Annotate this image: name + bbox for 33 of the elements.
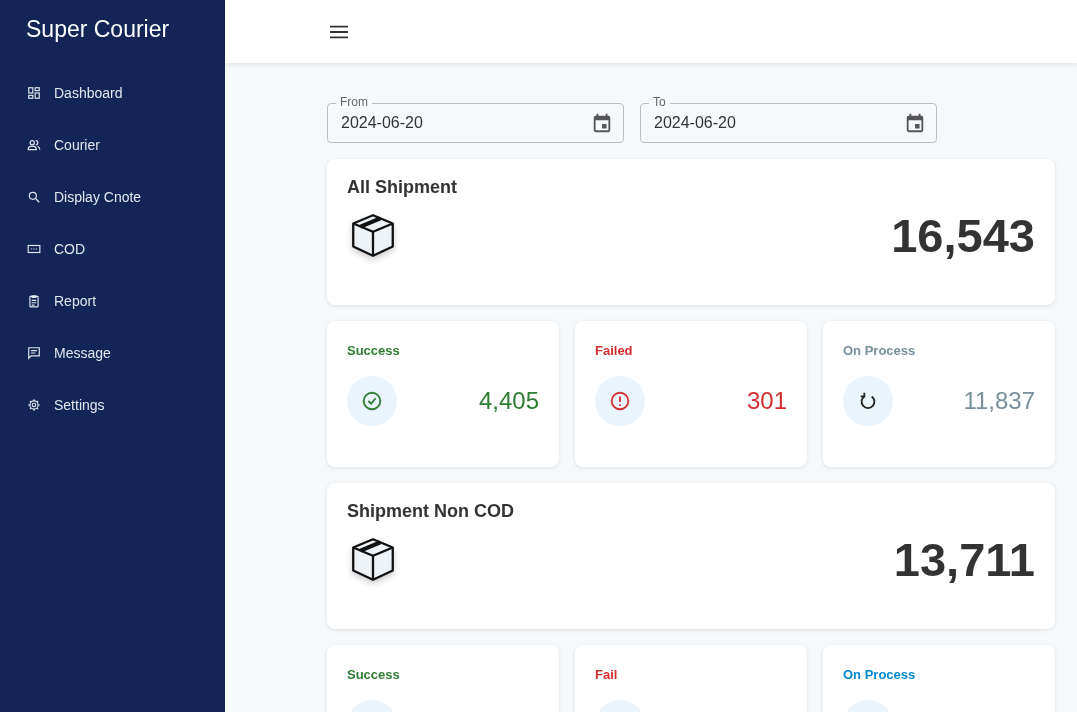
field-label: From xyxy=(336,95,372,109)
card-title: All Shipment xyxy=(347,177,458,198)
people-icon xyxy=(27,138,41,152)
total-count: 13,711 xyxy=(893,532,1035,587)
calendar-icon[interactable] xyxy=(904,112,926,134)
sidebar-item[interactable]: Message xyxy=(0,327,225,379)
total-count: 16,543 xyxy=(891,208,1035,263)
grid-icon xyxy=(27,86,41,100)
settings-icon xyxy=(27,398,41,412)
stat-label: On Process xyxy=(843,667,917,682)
sidebar-item[interactable]: Courier xyxy=(0,119,225,171)
clipboard-icon xyxy=(27,294,41,308)
menu-icon[interactable] xyxy=(330,24,348,39)
cash-icon xyxy=(27,242,41,256)
stat-label: Fail xyxy=(595,667,619,682)
sidebar-item[interactable]: Report xyxy=(0,275,225,327)
stat-label: Failed xyxy=(595,343,634,358)
sidebar-item[interactable]: Settings xyxy=(0,379,225,431)
stat-label: Success xyxy=(347,343,401,358)
stat-count: 11,837 xyxy=(963,387,1035,415)
stat-label: On Process xyxy=(843,343,917,358)
app-title: Super Courier xyxy=(25,15,171,44)
message-icon xyxy=(27,346,41,360)
stat-count: 301 xyxy=(746,387,787,415)
card-title: Shipment Non COD xyxy=(347,501,515,522)
field-label: To xyxy=(649,95,670,109)
sidebar-item[interactable]: Display Cnote xyxy=(0,171,225,223)
sidebar-item[interactable]: COD xyxy=(0,223,225,275)
search-icon xyxy=(27,190,41,204)
stat-count: 4,405 xyxy=(478,387,539,415)
stat-label: Success xyxy=(347,667,401,682)
sidebar-item[interactable]: Dashboard xyxy=(0,67,225,119)
calendar-icon[interactable] xyxy=(591,112,613,134)
